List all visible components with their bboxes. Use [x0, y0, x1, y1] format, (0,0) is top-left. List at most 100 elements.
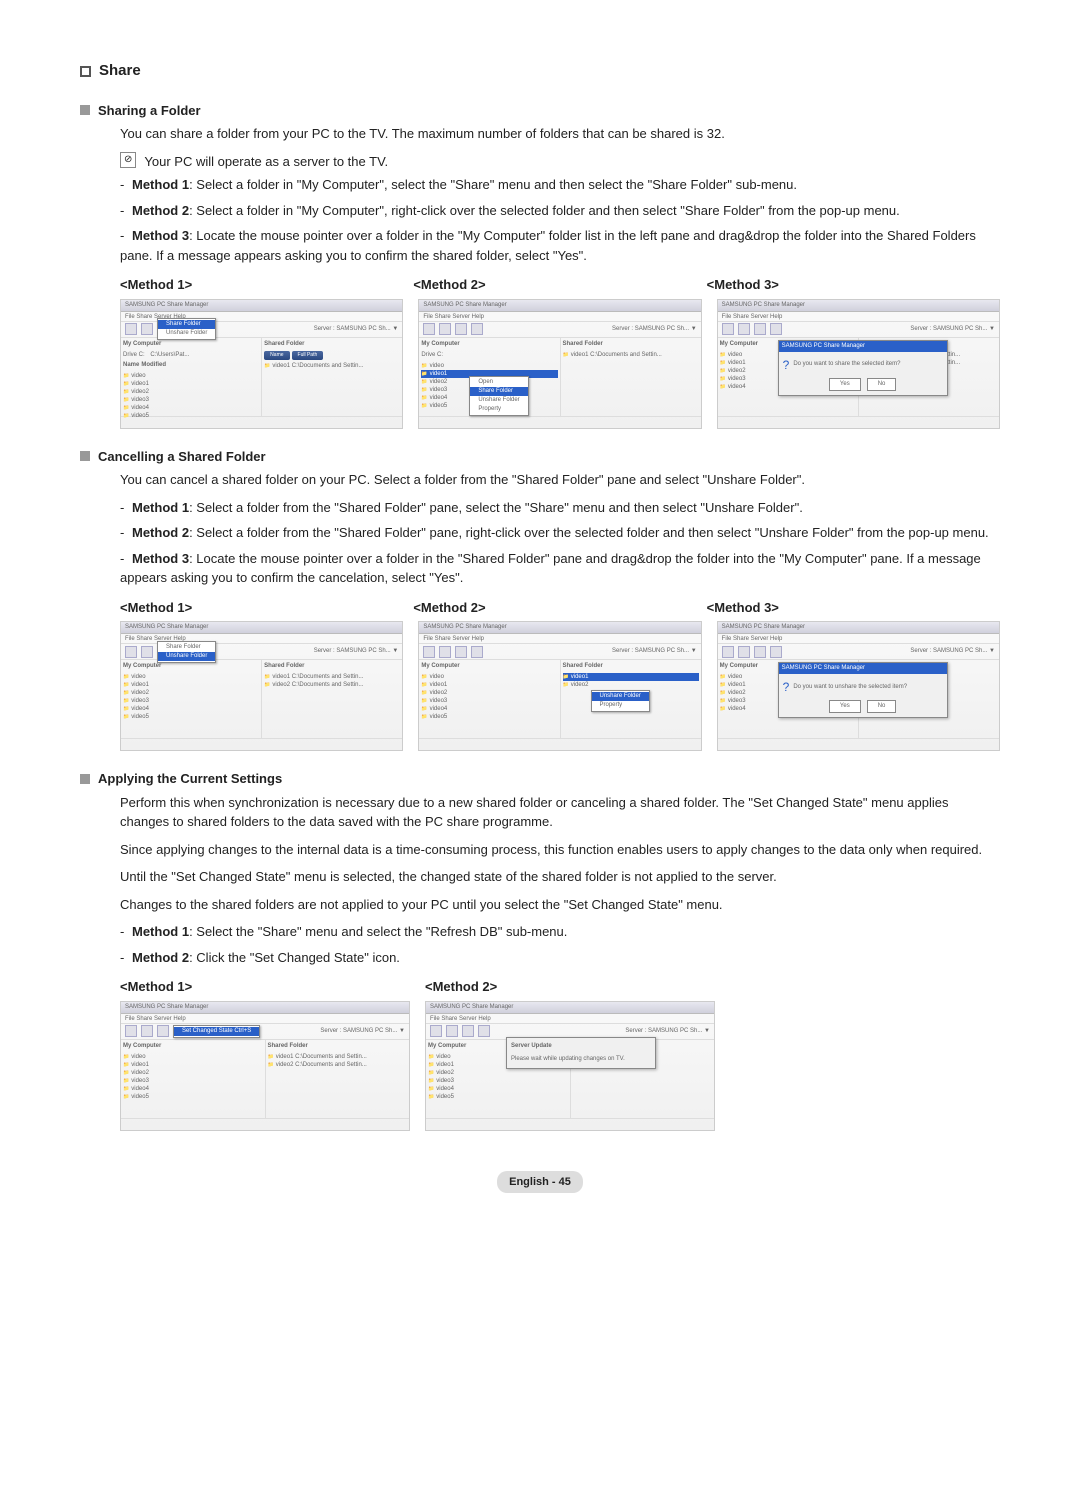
sharing-screenshots: SAMSUNG PC Share Manager File Share Serv… — [120, 299, 1000, 429]
app-titlebar: SAMSUNG PC Share Manager — [419, 300, 700, 312]
m1-label: Method 1 — [132, 177, 189, 192]
ctx-share: Share Folder — [470, 387, 527, 396]
c-m1-label: Method 1 — [132, 500, 189, 515]
label-method2: <Method 2> — [413, 275, 691, 295]
c-m1-text: : Select a folder from the "Shared Folde… — [189, 500, 803, 515]
sharing-note: ⊘ Your PC will operate as a server to th… — [120, 152, 1000, 172]
yes-button[interactable]: Yes — [829, 700, 861, 713]
toolbar: Share Folder Unshare Folder Server : SAM… — [121, 644, 402, 660]
back-icon — [770, 646, 782, 658]
no-button[interactable]: No — [867, 700, 897, 713]
yes-button[interactable]: Yes — [829, 378, 861, 391]
folder-item: video4 — [123, 705, 259, 713]
shared-path: C:\Documents and Settin... — [292, 363, 364, 369]
refresh-icon — [754, 323, 766, 335]
col-modified: Modified — [141, 361, 166, 370]
ctx-open: Open — [470, 378, 527, 387]
back-icon — [770, 323, 782, 335]
applying-p1: Perform this when synchronization is nec… — [120, 793, 1000, 832]
refresh-icon — [157, 1025, 169, 1037]
pane-shared-title: Shared Folder — [563, 662, 699, 671]
folder-item: video3 — [428, 1077, 568, 1085]
back-icon — [471, 323, 483, 335]
sharing-method-labels: <Method 1> <Method 2> <Method 3> — [120, 275, 1000, 295]
heading-applying: Applying the Current Settings — [98, 769, 282, 789]
c-m3-text: : Locate the mouse pointer over a folder… — [120, 551, 981, 586]
a-m2-label: Method 2 — [132, 950, 189, 965]
folder-item: video3 — [123, 1077, 263, 1085]
pane-mycomputer-title: My Computer — [123, 662, 259, 671]
ctx-property: Property — [592, 701, 649, 710]
shared-item-sel: video1 — [571, 674, 589, 680]
folder-item: video2 — [428, 1069, 568, 1077]
refresh-icon — [462, 1025, 474, 1037]
folder-list: video video1 video2 video3 video4 video5 — [421, 673, 557, 721]
toolbar: Share Folder Unshare Folder Server : SAM… — [121, 322, 402, 338]
folder-item: video — [421, 362, 557, 370]
m2-text: : Select a folder in "My Computer", righ… — [189, 203, 900, 218]
folder-item: video3 — [123, 396, 259, 404]
col-name: Name — [123, 361, 139, 370]
confirm-dialog: SAMSUNG PC Share Manager ? Do you want t… — [778, 340, 948, 396]
question-icon: ? — [783, 356, 790, 374]
screenshot-cancel-m3: SAMSUNG PC Share Manager File Share Serv… — [717, 621, 1000, 751]
screenshot-apply-m2: SAMSUNG PC Share Manager File Share Serv… — [425, 1001, 715, 1131]
folder-list: video video1 video2 video3 video4 video5 — [123, 673, 259, 721]
statusbar — [718, 738, 999, 750]
app-titlebar: SAMSUNG PC Share Manager — [121, 622, 402, 634]
label-method1: <Method 1> — [120, 598, 398, 618]
folder-item: video4 — [428, 1085, 568, 1093]
statusbar — [718, 416, 999, 428]
shared-list: video1 C:\Documents and Settin... — [563, 351, 699, 359]
toolbar-icon — [439, 646, 451, 658]
server-label: Server : SAMSUNG PC Sh... ▼ — [314, 325, 399, 334]
statusbar — [121, 738, 402, 750]
app-titlebar: SAMSUNG PC Share Manager — [121, 1002, 409, 1014]
folder-item: video1 — [123, 380, 259, 388]
col-name-btn: Name — [264, 351, 289, 361]
applying-method-labels: <Method 1> <Method 2> — [120, 977, 1000, 997]
pane-shared-title: Shared Folder — [268, 1042, 408, 1051]
pane-shared-title: Shared Folder — [264, 662, 400, 671]
screenshot-share-m1: SAMSUNG PC Share Manager File Share Serv… — [120, 299, 403, 429]
cancelling-m3: -Method 3: Locate the mouse pointer over… — [120, 549, 1000, 588]
shared-list: video1 C:\Documents and Settin... — [264, 362, 400, 370]
heading-cancelling: Cancelling a Shared Folder — [98, 447, 266, 467]
question-icon: ? — [783, 678, 790, 696]
a-m1-text: : Select the "Share" menu and select the… — [189, 924, 567, 939]
folder-item: video — [123, 372, 259, 380]
refresh-icon — [455, 646, 467, 658]
folder-item: video1 — [421, 681, 557, 689]
solid-bullet-icon — [80, 105, 90, 115]
folder-list: video video1 video2 video3 video4 video5 — [123, 1053, 263, 1101]
server-label: Server : SAMSUNG PC Sh... ▼ — [625, 1027, 710, 1036]
shared-list: video1 C:\Documents and Settin... video2… — [264, 673, 400, 689]
drive-label: Drive C: — [123, 351, 145, 360]
c-m2-text: : Select a folder from the "Shared Folde… — [189, 525, 989, 540]
label-method3: <Method 3> — [707, 275, 985, 295]
toolbar-icon — [439, 323, 451, 335]
folder-item: video4 — [123, 1085, 263, 1093]
a-m1-label: Method 1 — [132, 924, 189, 939]
folder-item: video2 — [421, 689, 557, 697]
share-menu-drop: Set Changed State Ctrl+S — [173, 1025, 260, 1038]
folder-item: video1 — [123, 681, 259, 689]
toolbar-icon — [125, 1025, 137, 1037]
applying-screenshots: SAMSUNG PC Share Manager File Share Serv… — [120, 1001, 1000, 1131]
pane-mycomputer-title: My Computer — [421, 340, 557, 349]
m3-text: : Locate the mouse pointer over a folder… — [120, 228, 976, 263]
toolbar-icon — [141, 1025, 153, 1037]
toolbar-icon — [141, 323, 153, 335]
no-button[interactable]: No — [867, 378, 897, 391]
sharing-method-3: -Method 3: Locate the mouse pointer over… — [120, 226, 1000, 265]
shared-path: C:\Documents and Settin... — [295, 1054, 367, 1060]
pane-mycomputer-title: My Computer — [123, 1042, 263, 1051]
cancelling-m1: -Method 1: Select a folder from the "Sha… — [120, 498, 1000, 518]
cancel-method-labels: <Method 1> <Method 2> <Method 3> — [120, 598, 1000, 618]
toolbar-icon — [141, 646, 153, 658]
subsection-sharing: Sharing a Folder — [80, 101, 1000, 121]
sharing-method-1: -Method 1: Select a folder in "My Comput… — [120, 175, 1000, 195]
menu-set-changed: Set Changed State Ctrl+S — [174, 1027, 259, 1036]
label-method2: <Method 2> — [413, 598, 691, 618]
folder-item: video3 — [123, 697, 259, 705]
